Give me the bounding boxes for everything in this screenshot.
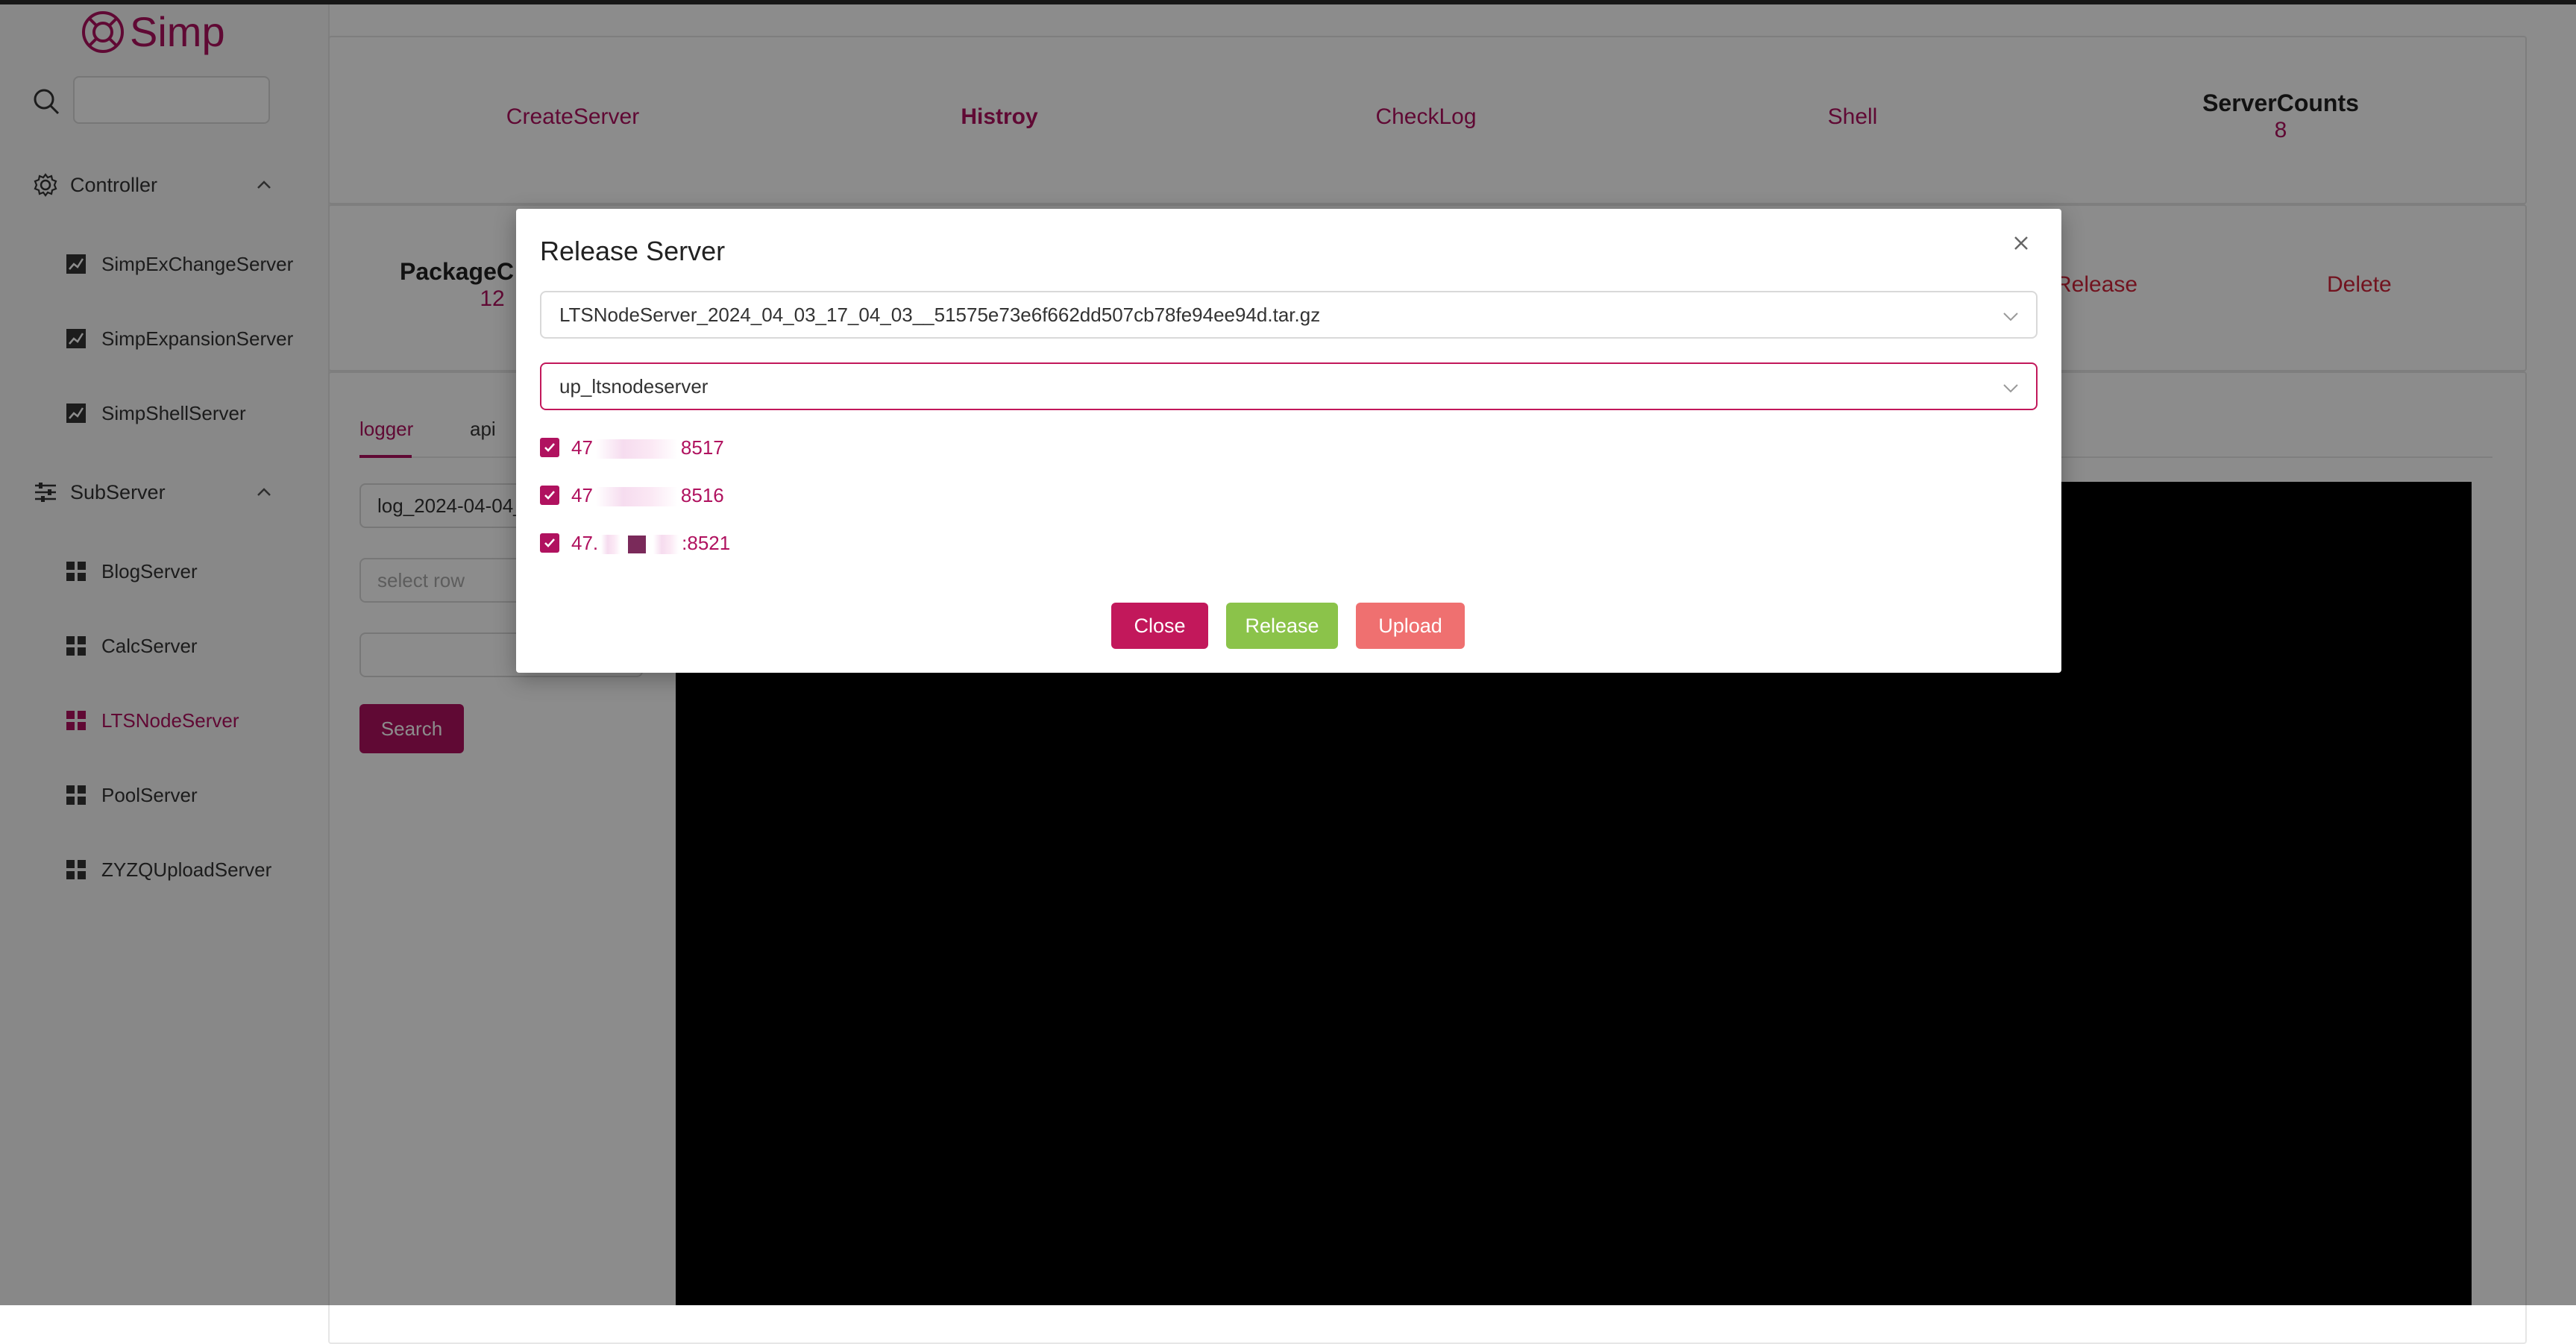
target-group-value: up_ltsnodeserver: [559, 375, 709, 398]
redacted-mask: [653, 534, 679, 554]
server-address: 47. :8521: [571, 532, 730, 555]
package-select[interactable]: LTSNodeServer_2024_04_03_17_04_03__51575…: [540, 291, 2038, 339]
server-address-prefix: 47.: [571, 531, 599, 554]
release-server-modal: Release Server LTSNodeServer_2024_04_03_…: [516, 209, 2061, 673]
redacted-mask: [595, 439, 678, 459]
server-address-prefix: 47: [571, 436, 593, 459]
close-button[interactable]: Close: [1111, 603, 1208, 649]
checkbox-checked[interactable]: [540, 533, 559, 553]
server-address-suffix: 8517: [680, 436, 724, 459]
check-icon: [544, 491, 555, 500]
release-button[interactable]: Release: [1226, 603, 1338, 649]
chevron-down-icon: [2003, 313, 2018, 321]
checkbox-checked[interactable]: [540, 486, 559, 505]
checkbox-checked[interactable]: [540, 438, 559, 457]
server-address-prefix: 47: [571, 483, 593, 506]
modal-title: Release Server: [540, 236, 726, 266]
package-select-value: LTSNodeServer_2024_04_03_17_04_03__51575…: [559, 304, 1321, 326]
target-group-select[interactable]: up_ltsnodeserver: [540, 362, 2038, 410]
close-icon[interactable]: [2006, 228, 2036, 258]
server-address: 47 8516: [571, 484, 724, 507]
server-address-suffix: 8516: [680, 483, 724, 506]
server-checkbox-row[interactable]: 47 8517: [540, 433, 724, 462]
redacted-mask: [601, 534, 621, 554]
redacted-mask: [595, 486, 678, 506]
check-icon: [544, 538, 555, 547]
server-address-suffix: :8521: [682, 531, 731, 554]
check-icon: [544, 443, 555, 452]
redacted-mask: [628, 535, 647, 553]
server-checkbox-row[interactable]: 47. :8521: [540, 528, 730, 558]
server-checkbox-row[interactable]: 47 8516: [540, 480, 724, 510]
server-address: 47 8517: [571, 436, 724, 459]
upload-button[interactable]: Upload: [1356, 603, 1465, 649]
chevron-down-icon: [2003, 384, 2018, 393]
